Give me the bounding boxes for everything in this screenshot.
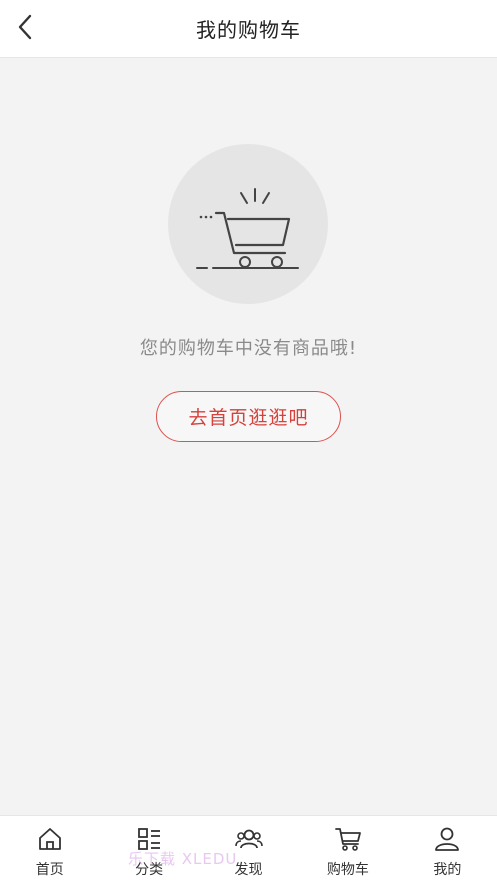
tab-category-label: 分类 xyxy=(135,862,164,878)
go-home-button[interactable]: 去首页逛逛吧 xyxy=(156,391,341,442)
cart-icon xyxy=(334,825,362,853)
page-title: 我的购物车 xyxy=(196,18,301,42)
tab-cart-label: 购物车 xyxy=(326,862,369,878)
discover-icon xyxy=(234,825,263,853)
tab-cart[interactable]: 购物车 xyxy=(298,816,397,883)
tab-category[interactable]: 分类 xyxy=(99,816,198,883)
tab-home-label: 首页 xyxy=(35,862,64,878)
tab-discover[interactable]: 发现 xyxy=(199,816,298,883)
empty-cart-icon xyxy=(196,188,299,269)
tab-profile[interactable]: 我的 xyxy=(398,816,497,883)
home-icon xyxy=(36,825,64,853)
profile-icon xyxy=(433,825,461,853)
tab-profile-label: 我的 xyxy=(433,862,462,878)
cart-page: 我的购物车 您的购物车中没有商品哦! 去首页逛逛吧 首页 分类 发现 购物车 我… xyxy=(0,0,497,883)
empty-cart-illustration xyxy=(168,144,328,304)
bottom-tab-bar: 首页 分类 发现 购物车 我的 xyxy=(0,815,497,883)
top-nav-bar: 我的购物车 xyxy=(0,0,497,58)
category-icon xyxy=(135,825,163,853)
tab-discover-label: 发现 xyxy=(234,862,263,878)
tab-home[interactable]: 首页 xyxy=(0,816,99,883)
empty-cart-message: 您的购物车中没有商品哦! xyxy=(139,338,358,359)
